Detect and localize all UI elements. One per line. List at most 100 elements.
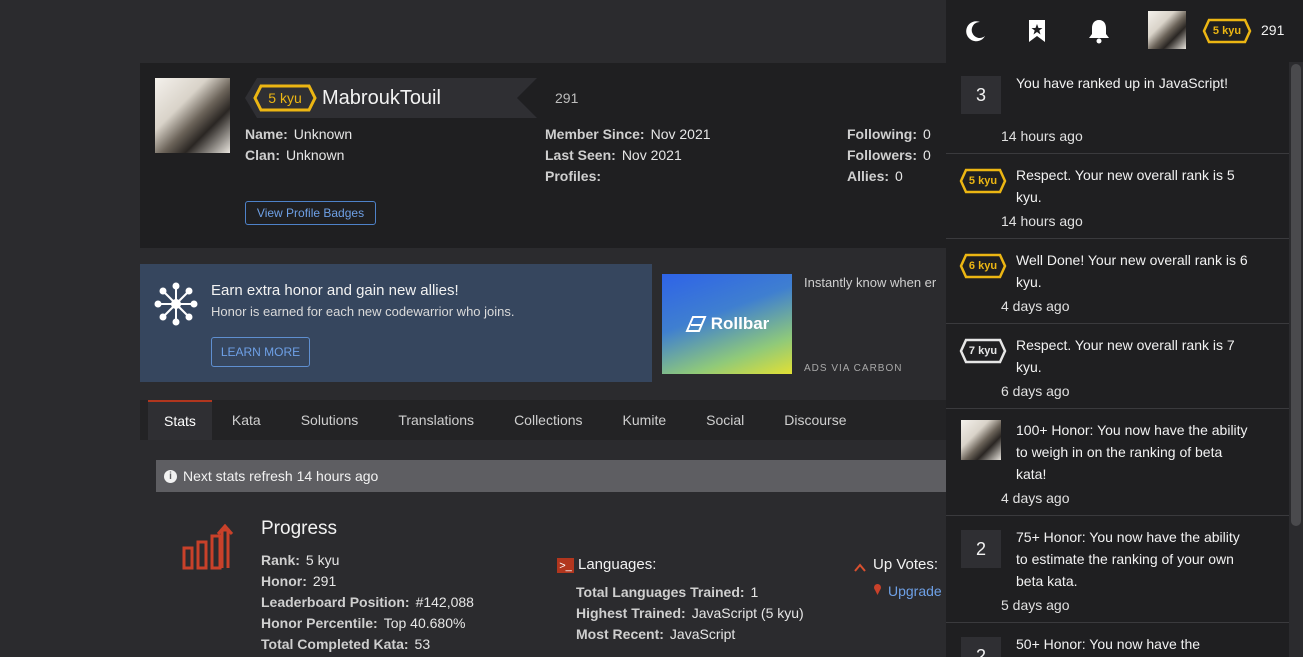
progress-stats: Rank: 5 kyu Honor: 291 Leaderboard Positio…: [261, 549, 474, 654]
promo-subtitle: Honor is earned for each new codewarrior…: [211, 304, 515, 319]
leaderboard-label: Leaderboard Position:: [261, 593, 410, 610]
profile-tabs: Stats Kata Solutions Translations Collec…: [140, 400, 946, 440]
highest-trained-value: JavaScript (5 kyu): [691, 604, 804, 621]
notification-item[interactable]: 100+ Honor: You now have the ability to …: [946, 409, 1289, 516]
profile-info-col1: Name: Unknown Clan: Unknown: [245, 123, 352, 165]
languages-title: Languages:: [578, 556, 657, 573]
nav-rank-badge: 5 kyu: [1202, 18, 1252, 44]
member-since-value: Nov 2021: [650, 125, 711, 142]
bell-icon[interactable]: [1086, 18, 1112, 44]
profile-avatar: [155, 78, 230, 153]
top-nav: 5 kyu 291: [946, 0, 1303, 62]
rank-label: Rank:: [261, 551, 300, 568]
rollbar-logo: Rollbar: [685, 314, 769, 334]
tab-stats[interactable]: Stats: [148, 400, 212, 440]
notification-text: You have ranked up in JavaScript!: [1016, 75, 1228, 91]
notification-avatar: [961, 420, 1001, 460]
clan-value: Unknown: [286, 146, 345, 163]
tab-collections[interactable]: Collections: [494, 400, 602, 440]
name-label: Name:: [245, 125, 288, 142]
ad-text[interactable]: Instantly know when er: [804, 275, 936, 290]
rank-kyu-badge: 5 kyu: [253, 84, 317, 112]
notification-text: 100+ Honor: You now have the ability to …: [1016, 422, 1248, 482]
tab-kata[interactable]: Kata: [212, 400, 281, 440]
honor-value: 291: [312, 572, 337, 589]
followers-value: 0: [923, 146, 931, 163]
completed-kata-label: Total Completed Kata:: [261, 635, 409, 652]
terminal-icon: >_: [557, 558, 574, 573]
notifications-panel: 3 You have ranked up in JavaScript! 14 h…: [946, 62, 1289, 657]
percentile-value: Top 40.680%: [383, 614, 466, 631]
notification-time: 14 hours ago: [1001, 128, 1083, 144]
most-recent-value: JavaScript: [669, 625, 736, 642]
notification-count-badge: 2: [961, 530, 1001, 568]
notification-text: Well Done! Your new overall rank is 6 ky…: [1016, 252, 1248, 290]
referral-promo: Earn extra honor and gain new allies! Ho…: [140, 264, 652, 382]
tab-translations[interactable]: Translations: [378, 400, 494, 440]
notification-item[interactable]: 2 75+ Honor: You now have the ability to…: [946, 516, 1289, 623]
most-recent-label: Most Recent:: [576, 625, 664, 642]
moon-icon[interactable]: [963, 18, 989, 44]
notification-time: 4 days ago: [1001, 298, 1070, 314]
notification-time: 5 days ago: [1001, 597, 1070, 613]
notification-time: 6 days ago: [1001, 383, 1070, 399]
profile-info-col3: Following: 0 Followers: 0 Allies: 0: [847, 123, 931, 186]
last-seen-value: Nov 2021: [621, 146, 682, 163]
kyu-badge: 7 kyu: [959, 338, 1007, 364]
notification-item[interactable]: 6 kyu Well Done! Your new overall rank i…: [946, 239, 1289, 324]
following-value: 0: [922, 125, 931, 142]
ad-image[interactable]: Rollbar: [662, 274, 792, 374]
notification-count-badge: 2: [961, 637, 1001, 657]
notification-item[interactable]: 7 kyu Respect. Your new overall rank is …: [946, 324, 1289, 409]
allies-label: Allies:: [847, 167, 890, 184]
chevron-up-icon: [854, 561, 866, 575]
tab-social[interactable]: Social: [686, 400, 764, 440]
view-profile-badges-button[interactable]: View Profile Badges: [245, 201, 376, 225]
username: MabroukTouil: [322, 87, 441, 109]
nav-avatar[interactable]: [1148, 11, 1186, 49]
completed-kata-value: 53: [414, 635, 431, 652]
kyu-badge: 5 kyu: [959, 168, 1007, 194]
promo-title: Earn extra honor and gain new allies!: [211, 282, 459, 299]
tab-kumite[interactable]: Kumite: [603, 400, 687, 440]
stats-refresh-notice: i Next stats refresh 14 hours ago: [156, 460, 946, 492]
tab-discourse[interactable]: Discourse: [764, 400, 866, 440]
bookmark-icon[interactable]: [1024, 18, 1050, 44]
highest-trained-label: Highest Trained:: [576, 604, 686, 621]
scrollbar-thumb[interactable]: [1291, 64, 1301, 526]
following-label: Following:: [847, 125, 917, 142]
notification-time: 4 days ago: [1001, 490, 1070, 506]
learn-more-button[interactable]: LEARN MORE: [211, 337, 310, 367]
percentile-label: Honor Percentile:: [261, 614, 378, 631]
notification-text: 75+ Honor: You now have the ability to e…: [1016, 529, 1240, 589]
languages-stats: Total Languages Trained: 1 Highest Traine…: [576, 581, 804, 644]
notification-count-badge: 3: [961, 76, 1001, 114]
network-icon: [154, 282, 198, 326]
notification-text: Respect. Your new overall rank is 7 kyu.: [1016, 337, 1235, 375]
info-icon: i: [164, 469, 177, 483]
progress-chart-icon: [182, 523, 234, 570]
notification-text: Respect. Your new overall rank is 5 kyu.: [1016, 167, 1235, 205]
name-value: Unknown: [293, 125, 353, 142]
languages-trained-value: 1: [750, 583, 759, 600]
member-since-label: Member Since:: [545, 125, 645, 142]
notification-item[interactable]: 5 kyu Respect. Your new overall rank is …: [946, 154, 1289, 239]
honor-label: Honor:: [261, 572, 307, 589]
notification-item[interactable]: 3 You have ranked up in JavaScript! 14 h…: [946, 62, 1289, 154]
notice-text: Next stats refresh 14 hours ago: [183, 468, 379, 484]
followers-label: Followers:: [847, 146, 918, 163]
allies-value: 0: [895, 167, 903, 184]
notification-text: 50+ Honor: You now have the: [1016, 636, 1201, 652]
ribbon-icon: [873, 583, 882, 599]
tab-solutions[interactable]: Solutions: [281, 400, 379, 440]
upgrade-label[interactable]: Upgrade: [888, 583, 942, 599]
upvotes-title: Up Votes:: [873, 556, 939, 573]
progress-title: Progress: [261, 518, 338, 539]
honor-count: 291: [555, 90, 579, 106]
carbon-ad[interactable]: Rollbar Instantly know when er ADS VIA C…: [652, 264, 946, 382]
ads-via-carbon[interactable]: ADS VIA CARBON: [804, 363, 902, 374]
last-seen-label: Last Seen:: [545, 146, 616, 163]
profiles-label: Profiles:: [545, 167, 602, 184]
upgrade-link[interactable]: Upgrade: [873, 583, 942, 599]
notification-item[interactable]: 2 50+ Honor: You now have the: [946, 623, 1289, 657]
